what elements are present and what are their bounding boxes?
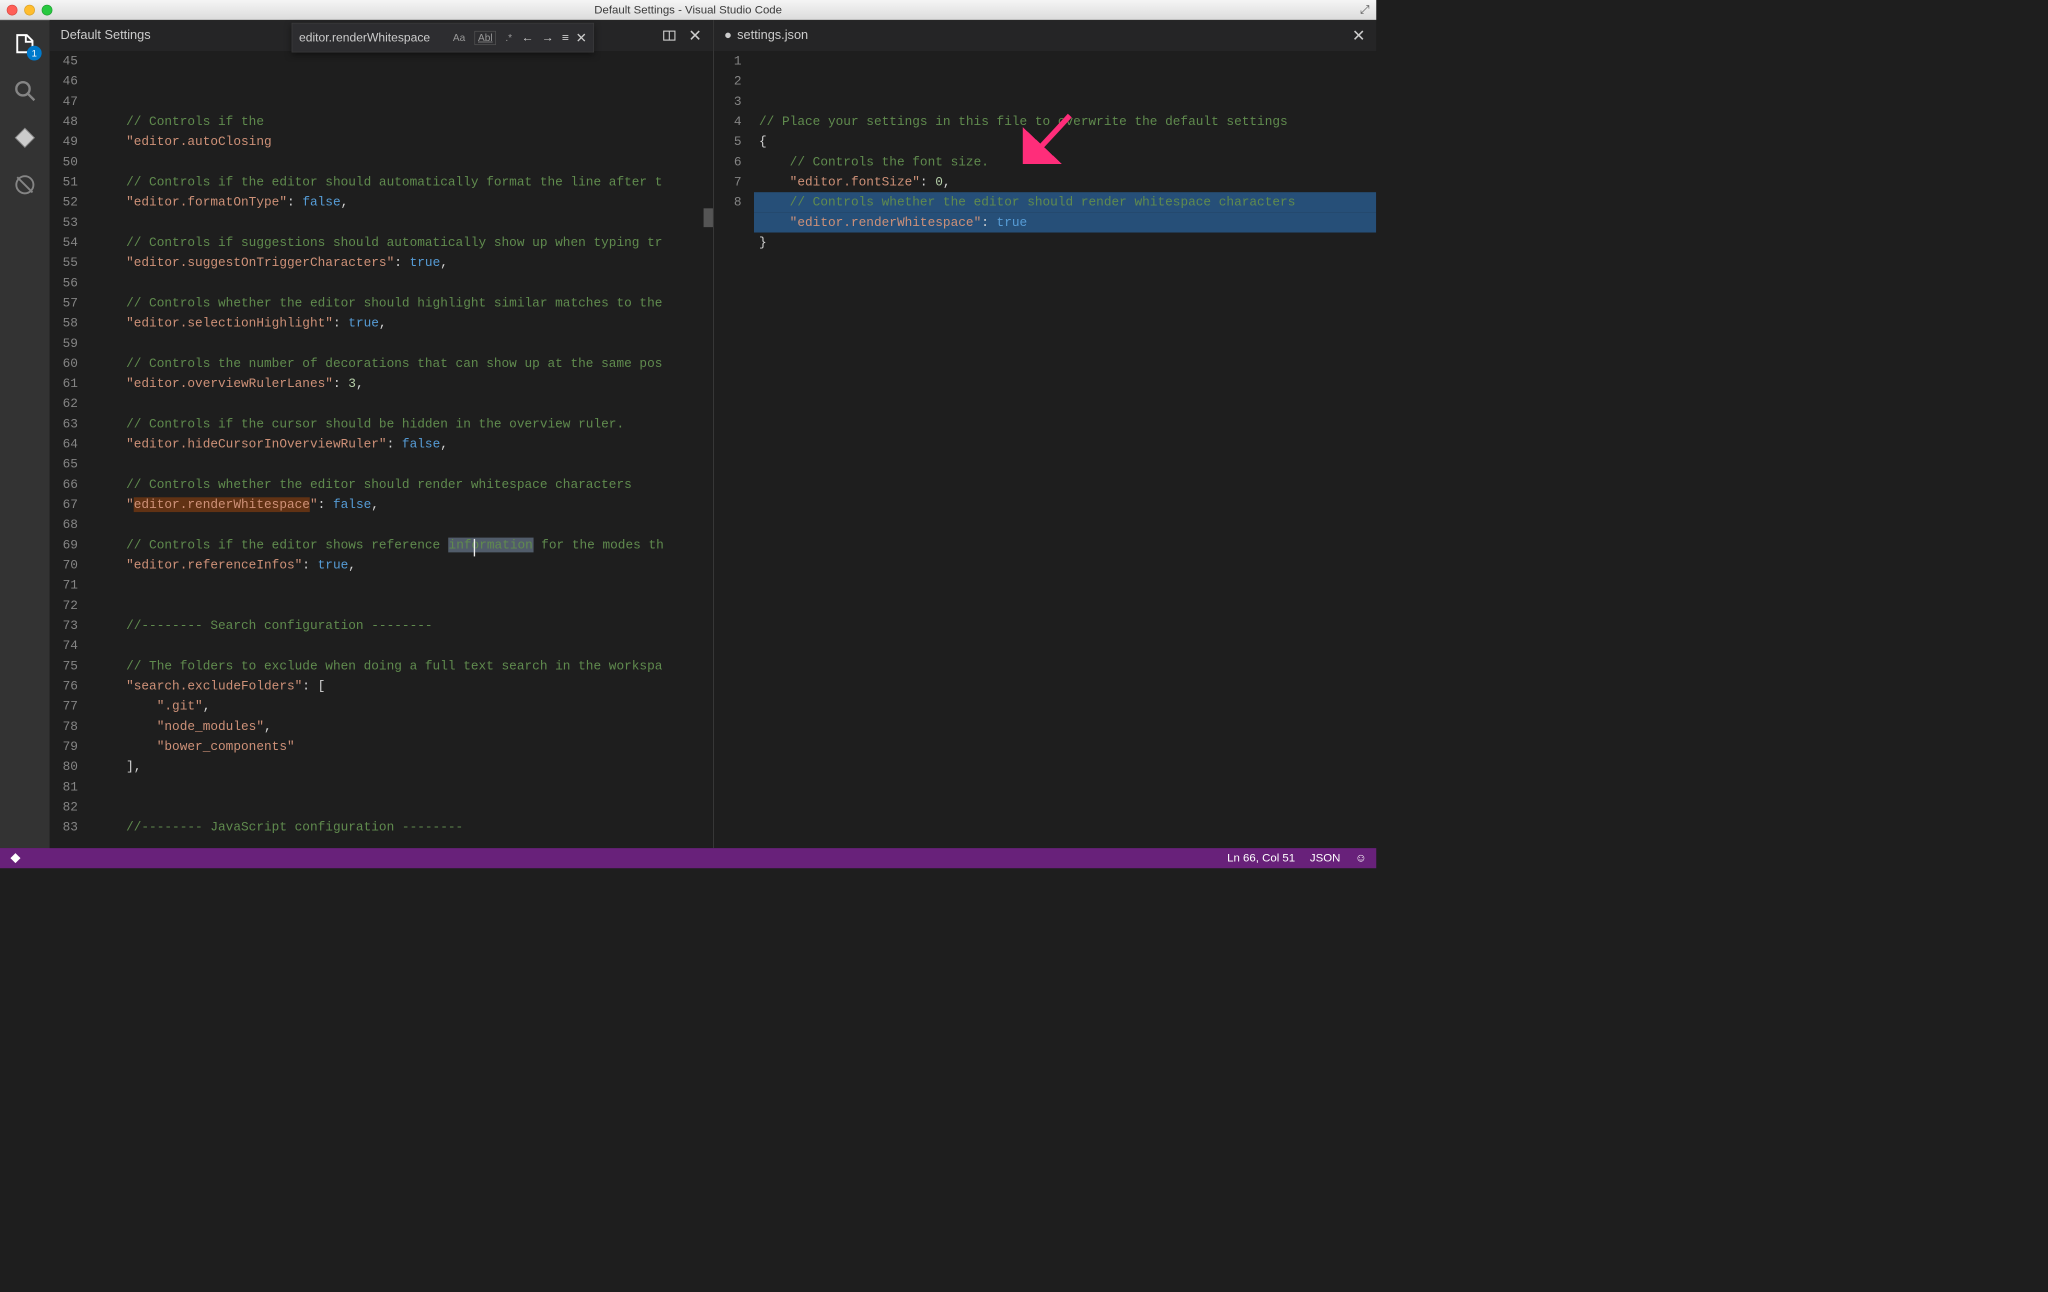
close-window-button[interactable] xyxy=(7,4,18,15)
status-language[interactable]: JSON xyxy=(1310,851,1340,864)
left-code-lines[interactable]: // Controls if the "editor.autoClosing /… xyxy=(90,51,713,848)
right-editor-pane: settings.json ✕ 12345678 // Place your s… xyxy=(713,20,1377,848)
window-title: Default Settings - Visual Studio Code xyxy=(594,3,782,16)
status-cursor-position[interactable]: Ln 66, Col 51 xyxy=(1227,851,1295,864)
find-close-icon[interactable]: ✕ xyxy=(576,29,587,46)
close-tab-icon[interactable]: ✕ xyxy=(1352,26,1366,45)
minimap-handle[interactable] xyxy=(703,208,712,227)
left-tab-title[interactable]: Default Settings xyxy=(60,28,150,43)
find-selection-icon[interactable]: ≡ xyxy=(562,31,569,45)
left-line-numbers: 4546474849505152535455565758596061626364… xyxy=(50,51,90,848)
split-editor-icon[interactable] xyxy=(663,29,676,42)
right-code-lines[interactable]: // Place your settings in this file to o… xyxy=(754,51,1377,848)
left-code-area[interactable]: 4546474849505152535455565758596061626364… xyxy=(50,51,713,848)
find-input[interactable] xyxy=(299,31,443,45)
search-icon[interactable] xyxy=(11,77,39,105)
zoom-window-button[interactable] xyxy=(42,4,53,15)
status-bar: Ln 66, Col 51 JSON ☺ xyxy=(0,848,1376,868)
fullscreen-icon[interactable]: ⤢ xyxy=(1360,3,1370,17)
activity-bar: 1 xyxy=(0,20,50,848)
debug-icon[interactable] xyxy=(11,171,39,199)
right-code-area[interactable]: 12345678 // Place your settings in this … xyxy=(713,51,1376,848)
close-tab-icon[interactable]: ✕ xyxy=(688,26,702,45)
find-prev-icon[interactable]: ← xyxy=(522,31,534,45)
titlebar: Default Settings - Visual Studio Code ⤢ xyxy=(0,0,1376,20)
match-case-toggle[interactable]: Aa xyxy=(450,31,468,44)
window-controls xyxy=(7,4,53,15)
find-next-icon[interactable]: → xyxy=(542,31,554,45)
status-git-icon[interactable] xyxy=(9,852,21,864)
minimize-window-button[interactable] xyxy=(24,4,35,15)
left-editor-pane: Default Settings ✕ 454647484950515253545… xyxy=(50,20,713,848)
right-tabbar: settings.json ✕ xyxy=(713,20,1376,51)
status-feedback-icon[interactable]: ☺ xyxy=(1355,851,1367,864)
find-widget: Aa Abl .* ← → ≡ ✕ xyxy=(292,23,595,53)
git-icon[interactable] xyxy=(11,124,39,152)
whole-word-toggle[interactable]: Abl xyxy=(475,31,496,45)
right-line-numbers: 12345678 xyxy=(713,51,753,848)
explorer-badge: 1 xyxy=(27,46,42,61)
explorer-icon[interactable]: 1 xyxy=(11,30,39,58)
right-tab-title[interactable]: settings.json xyxy=(724,28,808,43)
regex-toggle[interactable]: .* xyxy=(503,31,515,44)
